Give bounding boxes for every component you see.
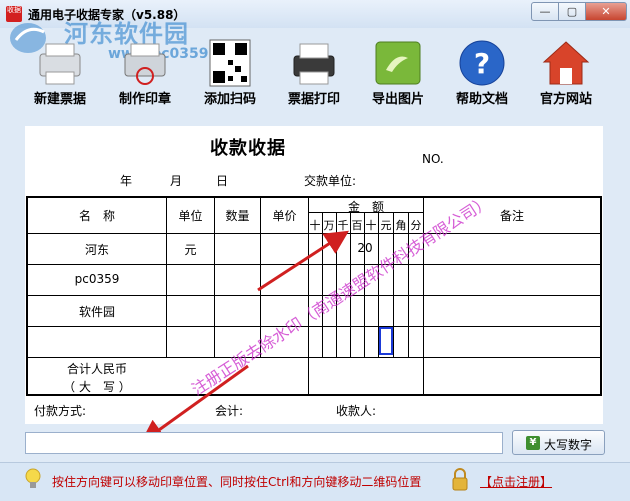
printer-icon <box>39 43 81 85</box>
digit-label: 万 <box>323 219 335 232</box>
table-line <box>322 212 323 357</box>
digit-label: 角 <box>395 219 407 232</box>
printer-stamp-icon <box>124 43 166 85</box>
lock-icon <box>452 468 468 491</box>
header-amount: 金 额 <box>347 200 384 214</box>
table-line <box>26 326 602 327</box>
total-label: 合计人民币 <box>66 362 127 376</box>
table-line <box>26 357 602 358</box>
month-label: 月 <box>170 174 183 188</box>
row-unit[interactable]: 元 <box>167 241 214 258</box>
digit-label: 千 <box>337 219 349 232</box>
digit-label: 十 <box>309 219 321 232</box>
status-hint: 按住方向键可以移动印章位置、同时按住Ctrl和方向键移动二维码位置 <box>52 475 422 489</box>
digit-label: 十 <box>365 219 377 232</box>
day-label: 日 <box>216 174 229 188</box>
lightbulb-icon <box>25 468 41 488</box>
register-link[interactable]: 【点击注册】 <box>480 473 552 490</box>
row-name[interactable]: pc0359 <box>28 272 166 286</box>
close-button[interactable]: ✕ <box>585 2 627 21</box>
payee-label: 收款人: <box>336 404 377 418</box>
row-name[interactable]: 河东 <box>28 241 166 258</box>
add-qrcode-button[interactable]: 添加扫码 <box>194 30 266 108</box>
amount-cursor[interactable] <box>379 327 393 355</box>
header-unit: 单位 <box>178 209 203 223</box>
official-site-button[interactable]: 官方网站 <box>530 30 602 108</box>
receipt-no-label: NO. <box>422 152 444 166</box>
total-label-uppercase: （ 大 写 ） <box>63 380 131 394</box>
help-icon: ? <box>459 40 505 86</box>
qr-code-icon <box>209 39 251 87</box>
make-stamp-button[interactable]: 制作印章 <box>109 30 181 108</box>
help-docs-label: 帮助文档 <box>455 92 508 107</box>
minimize-button[interactable]: — <box>531 2 559 21</box>
pay-method-label: 付款方式: <box>34 404 87 418</box>
header-price: 单价 <box>272 209 297 223</box>
export-image-label: 导出图片 <box>371 92 424 107</box>
digit-label: 元 <box>380 219 392 232</box>
maximize-button[interactable]: ▢ <box>558 2 586 21</box>
year-label: 年 <box>120 174 133 188</box>
help-docs-button[interactable]: ? 帮助文档 <box>446 30 518 108</box>
svg-text:?: ? <box>474 47 490 80</box>
add-qrcode-label: 添加扫码 <box>203 92 256 107</box>
picture-icon <box>375 41 421 85</box>
accountant-label: 会计: <box>215 404 244 418</box>
new-receipt-label: 新建票据 <box>33 92 86 107</box>
table-line <box>393 212 394 357</box>
table-line <box>26 233 602 234</box>
yuan-icon: ¥ <box>526 436 540 450</box>
printer-icon <box>293 43 335 85</box>
new-receipt-button[interactable]: 新建票据 <box>24 30 96 108</box>
make-stamp-label: 制作印章 <box>118 92 171 107</box>
digit-label: 百 <box>351 219 363 232</box>
payer-label: 交款单位: <box>304 174 357 188</box>
header-qty: 数量 <box>225 209 250 223</box>
print-receipt-button[interactable]: 票据打印 <box>278 30 350 108</box>
home-icon <box>542 41 590 85</box>
uppercase-digits-label: 大写数字 <box>544 438 593 452</box>
table-line <box>26 264 602 265</box>
row-amount[interactable]: 20 <box>352 241 378 255</box>
official-site-label: 官方网站 <box>539 92 592 107</box>
text-input[interactable] <box>25 432 503 454</box>
export-image-button[interactable]: 导出图片 <box>362 30 434 108</box>
uppercase-digits-button[interactable]: ¥ 大写数字 <box>512 430 605 455</box>
receipt-title: 收款收据 <box>210 138 286 159</box>
header-name: 名 称 <box>78 209 115 223</box>
print-receipt-label: 票据打印 <box>287 92 340 107</box>
row-name[interactable]: 软件园 <box>28 303 166 320</box>
